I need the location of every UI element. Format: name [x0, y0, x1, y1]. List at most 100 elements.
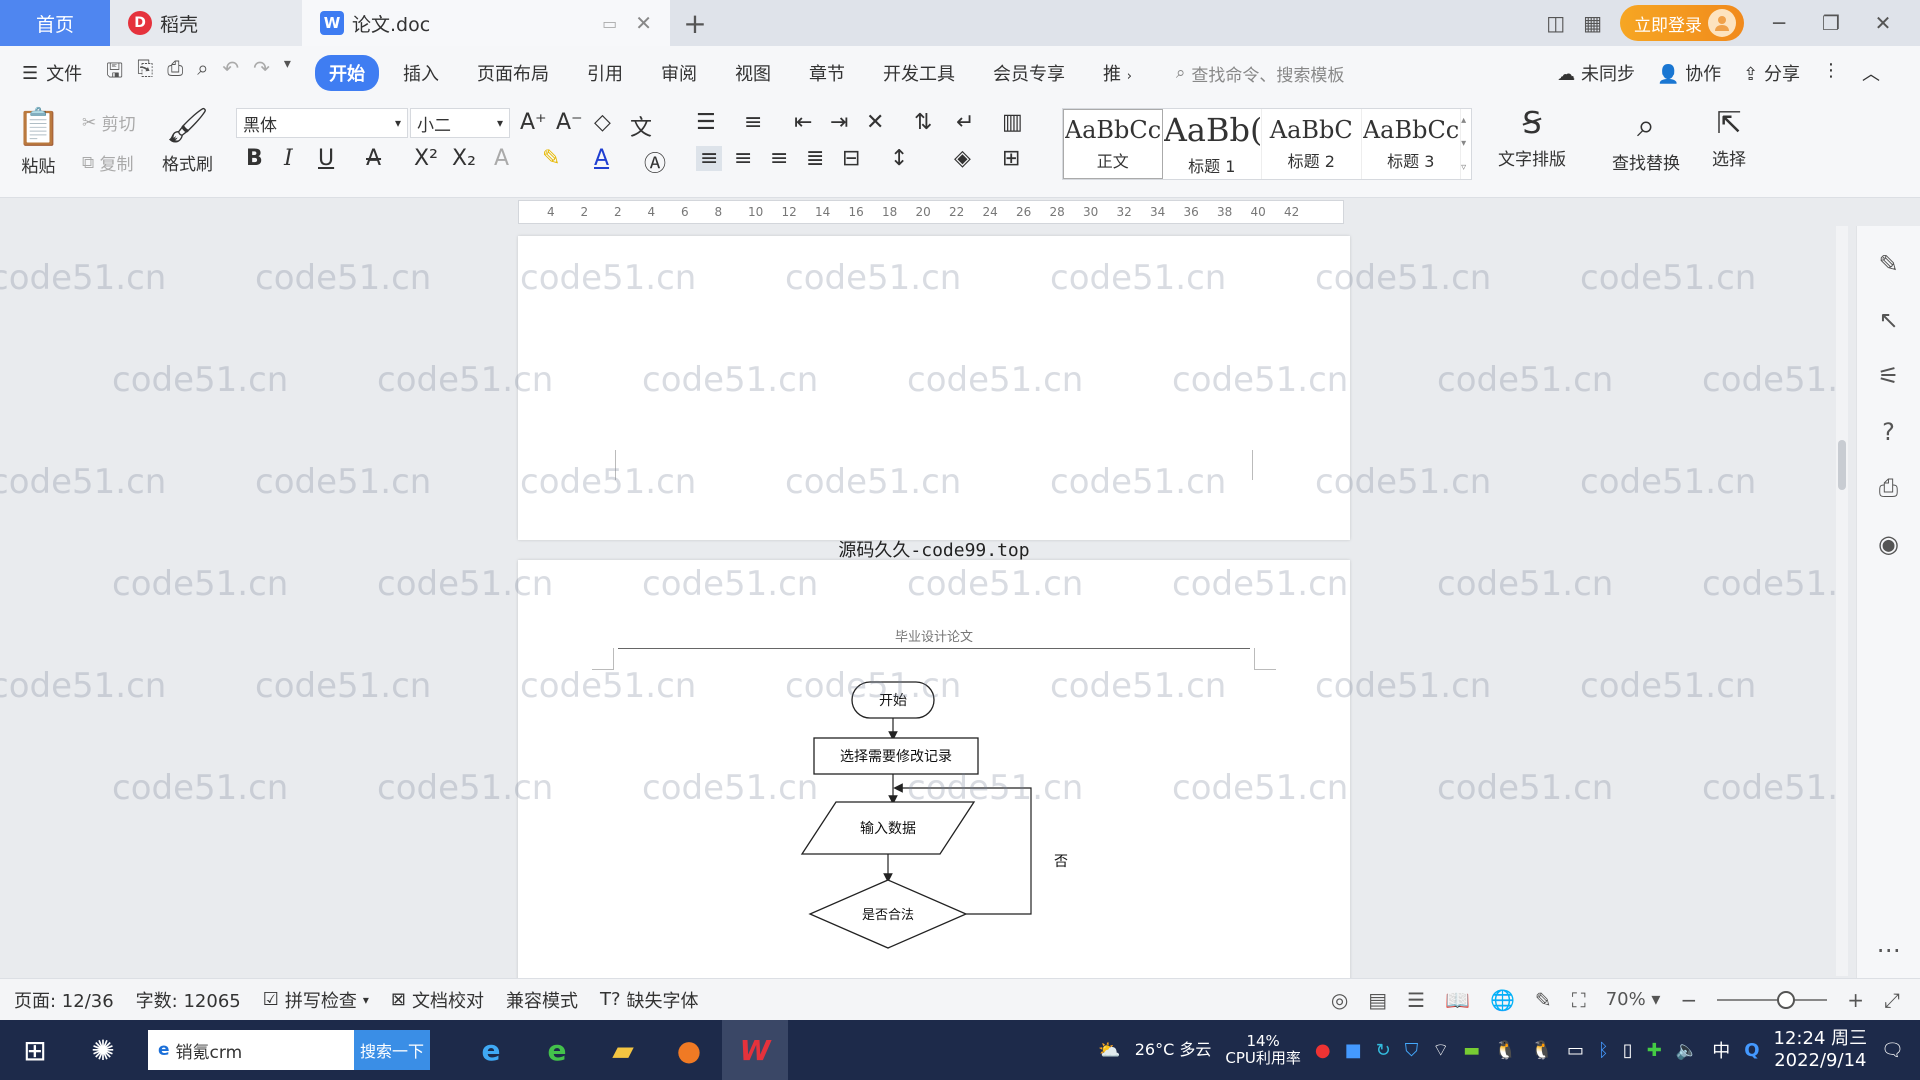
- sync-status[interactable]: ☁ 未同步: [1557, 60, 1635, 86]
- volume-icon[interactable]: 🔈: [1676, 1040, 1698, 1061]
- chinese-layout-icon[interactable]: ✕: [866, 110, 884, 135]
- menu-review[interactable]: 审阅: [647, 55, 711, 91]
- numbering-icon[interactable]: ≡: [744, 110, 762, 135]
- style-heading-1[interactable]: AaBb( 标题 1: [1163, 109, 1263, 179]
- scroll-thumb[interactable]: [1838, 440, 1846, 490]
- taskbar-app-wps[interactable]: W: [722, 1020, 789, 1080]
- menu-view[interactable]: 视图: [721, 55, 785, 91]
- print-icon[interactable]: ⎙: [167, 56, 183, 90]
- menu-section[interactable]: 章节: [795, 55, 859, 91]
- font-size-select[interactable]: 小二 ▾: [410, 108, 510, 138]
- write-view-icon[interactable]: ✎: [1535, 988, 1552, 1012]
- help-icon[interactable]: ?: [1882, 418, 1895, 446]
- paste-button[interactable]: 📋 粘贴: [16, 106, 61, 177]
- grow-font-icon[interactable]: A⁺: [520, 110, 547, 135]
- style-heading-2[interactable]: AaBbC 标题 2: [1262, 109, 1362, 179]
- collab-button[interactable]: 👤 协作: [1657, 60, 1721, 86]
- quick-access-dropdown-icon[interactable]: ▾: [284, 56, 291, 90]
- taskbar-clock[interactable]: 12:24 周三 2022/9/14: [1774, 1028, 1868, 1072]
- taskbar-search-button[interactable]: 搜索一下: [354, 1030, 431, 1070]
- weather-widget[interactable]: 26°C 多云: [1135, 1041, 1212, 1059]
- font-color-icon[interactable]: A: [594, 146, 609, 171]
- zoom-slider[interactable]: [1717, 990, 1828, 1009]
- undo-icon[interactable]: ↶: [222, 56, 239, 90]
- export-pdf-icon[interactable]: ⎘: [137, 56, 153, 90]
- strikethrough-icon[interactable]: A: [366, 146, 381, 171]
- minimize-icon[interactable]: ─: [1762, 11, 1796, 35]
- fullscreen-icon[interactable]: ⤢: [1884, 988, 1900, 1012]
- line-spacing-icon[interactable]: ↕: [890, 146, 908, 171]
- menu-member[interactable]: 会员专享: [979, 55, 1079, 91]
- tray-app-blue-icon[interactable]: ■: [1345, 1040, 1362, 1061]
- zoom-slider-knob[interactable]: [1777, 990, 1796, 1009]
- document-area[interactable]: 源码久久-code99.top 毕业设计论文 开始 选择需要修改记录 输入数据 …: [0, 226, 1840, 978]
- sort-icon[interactable]: ⇅: [914, 110, 932, 135]
- tray-app-red-icon[interactable]: ●: [1315, 1040, 1331, 1061]
- close-window-icon[interactable]: ✕: [1866, 11, 1900, 35]
- battery-icon[interactable]: ▭: [1567, 1040, 1584, 1061]
- menu-insert[interactable]: 插入: [389, 55, 453, 91]
- more-dots-icon[interactable]: ⋯: [1877, 936, 1901, 964]
- justify-icon[interactable]: ≣: [806, 146, 824, 171]
- tray-shield-icon[interactable]: ⛉: [1405, 1040, 1419, 1061]
- style-normal[interactable]: AaBbCcI 正文: [1063, 109, 1163, 179]
- reading-view-icon[interactable]: 📖: [1445, 988, 1470, 1012]
- zoom-in-icon[interactable]: +: [1847, 988, 1864, 1012]
- usb-icon[interactable]: ▯: [1623, 1040, 1633, 1061]
- doc-proof-button[interactable]: ⊠ 文档校对: [391, 987, 484, 1013]
- web-view-icon[interactable]: 🌐: [1490, 988, 1515, 1012]
- missing-font-button[interactable]: T? 缺失字体: [600, 987, 699, 1013]
- tray-qq-icon[interactable]: 🐧: [1494, 1040, 1516, 1061]
- tab-home[interactable]: 首页: [0, 0, 110, 46]
- tab-document[interactable]: W 论文.doc ▭ ✕: [302, 0, 670, 46]
- text-layout-button[interactable]: Ꞩ 文字排版: [1498, 106, 1566, 170]
- style-heading-3[interactable]: AaBbCc 标题 3: [1362, 109, 1462, 179]
- login-button[interactable]: 立即登录: [1620, 5, 1744, 41]
- word-count[interactable]: 字数: 12065: [136, 987, 241, 1013]
- bold-icon[interactable]: B: [246, 146, 263, 171]
- italic-icon[interactable]: I: [284, 146, 293, 171]
- close-tab-icon[interactable]: ✕: [635, 11, 652, 35]
- menu-developer[interactable]: 开发工具: [869, 55, 969, 91]
- style-gallery-scroll[interactable]: ▴ ▾ ▿: [1461, 109, 1471, 179]
- page-indicator[interactable]: 页面: 12/36: [14, 987, 114, 1013]
- ime-indicator[interactable]: 中: [1712, 1037, 1730, 1063]
- grid-apps-icon[interactable]: ▦: [1583, 11, 1602, 35]
- zoom-level[interactable]: 70% ▾: [1606, 989, 1661, 1010]
- taskbar-app-explorer[interactable]: ▰: [590, 1020, 656, 1080]
- cut-button[interactable]: ✂ 剪切: [82, 110, 136, 136]
- select-button[interactable]: ⇱ 选择: [1712, 106, 1746, 170]
- zoom-out-icon[interactable]: −: [1680, 988, 1697, 1012]
- save-icon[interactable]: 🖫: [106, 56, 123, 90]
- pen-icon[interactable]: ✎: [1878, 250, 1898, 278]
- fit-page-icon[interactable]: ⛶: [1572, 988, 1586, 1012]
- outline-view-icon[interactable]: ☰: [1407, 988, 1425, 1012]
- layout-icon[interactable]: ◫: [1546, 11, 1565, 35]
- page-current[interactable]: 毕业设计论文 开始 选择需要修改记录 输入数据 是否合法 否: [518, 560, 1350, 978]
- menu-more[interactable]: 推 ›: [1089, 55, 1146, 91]
- underline-icon[interactable]: U: [318, 146, 334, 171]
- tray-q-icon[interactable]: Q: [1744, 1040, 1759, 1061]
- font-name-select[interactable]: 黑体 ▾: [236, 108, 408, 138]
- backup-icon[interactable]: ⎙: [1879, 474, 1898, 502]
- pointer-icon[interactable]: ↖: [1878, 306, 1898, 334]
- tray-nvidia-icon[interactable]: ▬: [1463, 1040, 1480, 1061]
- spell-check-button[interactable]: ☑ 拼写检查 ▾: [263, 987, 369, 1013]
- new-tab-button[interactable]: +: [670, 0, 720, 46]
- shrink-font-icon[interactable]: A⁻: [556, 110, 583, 135]
- decrease-indent-icon[interactable]: ⇤: [794, 110, 812, 135]
- borders-icon[interactable]: ⊞: [1002, 146, 1020, 171]
- align-left-icon[interactable]: ≡: [696, 146, 723, 171]
- start-button[interactable]: ⊞: [0, 1034, 70, 1067]
- align-center-icon[interactable]: ≡: [734, 146, 752, 171]
- clear-format-icon[interactable]: ◇: [594, 110, 611, 135]
- notification-icon[interactable]: 🗨: [1881, 1040, 1904, 1061]
- superscript-icon[interactable]: X²: [414, 146, 438, 171]
- copy-button[interactable]: ⧉ 复制: [82, 150, 134, 176]
- text-effect-icon[interactable]: A: [494, 146, 509, 171]
- format-painter-button[interactable]: 🖌 格式刷: [162, 106, 213, 175]
- taskbar-app-browser[interactable]: e: [524, 1020, 590, 1080]
- bluetooth-icon[interactable]: ᛒ: [1598, 1040, 1609, 1061]
- char-border-icon[interactable]: Ⓐ: [644, 146, 666, 178]
- taskbar-app-ie[interactable]: e: [458, 1020, 524, 1080]
